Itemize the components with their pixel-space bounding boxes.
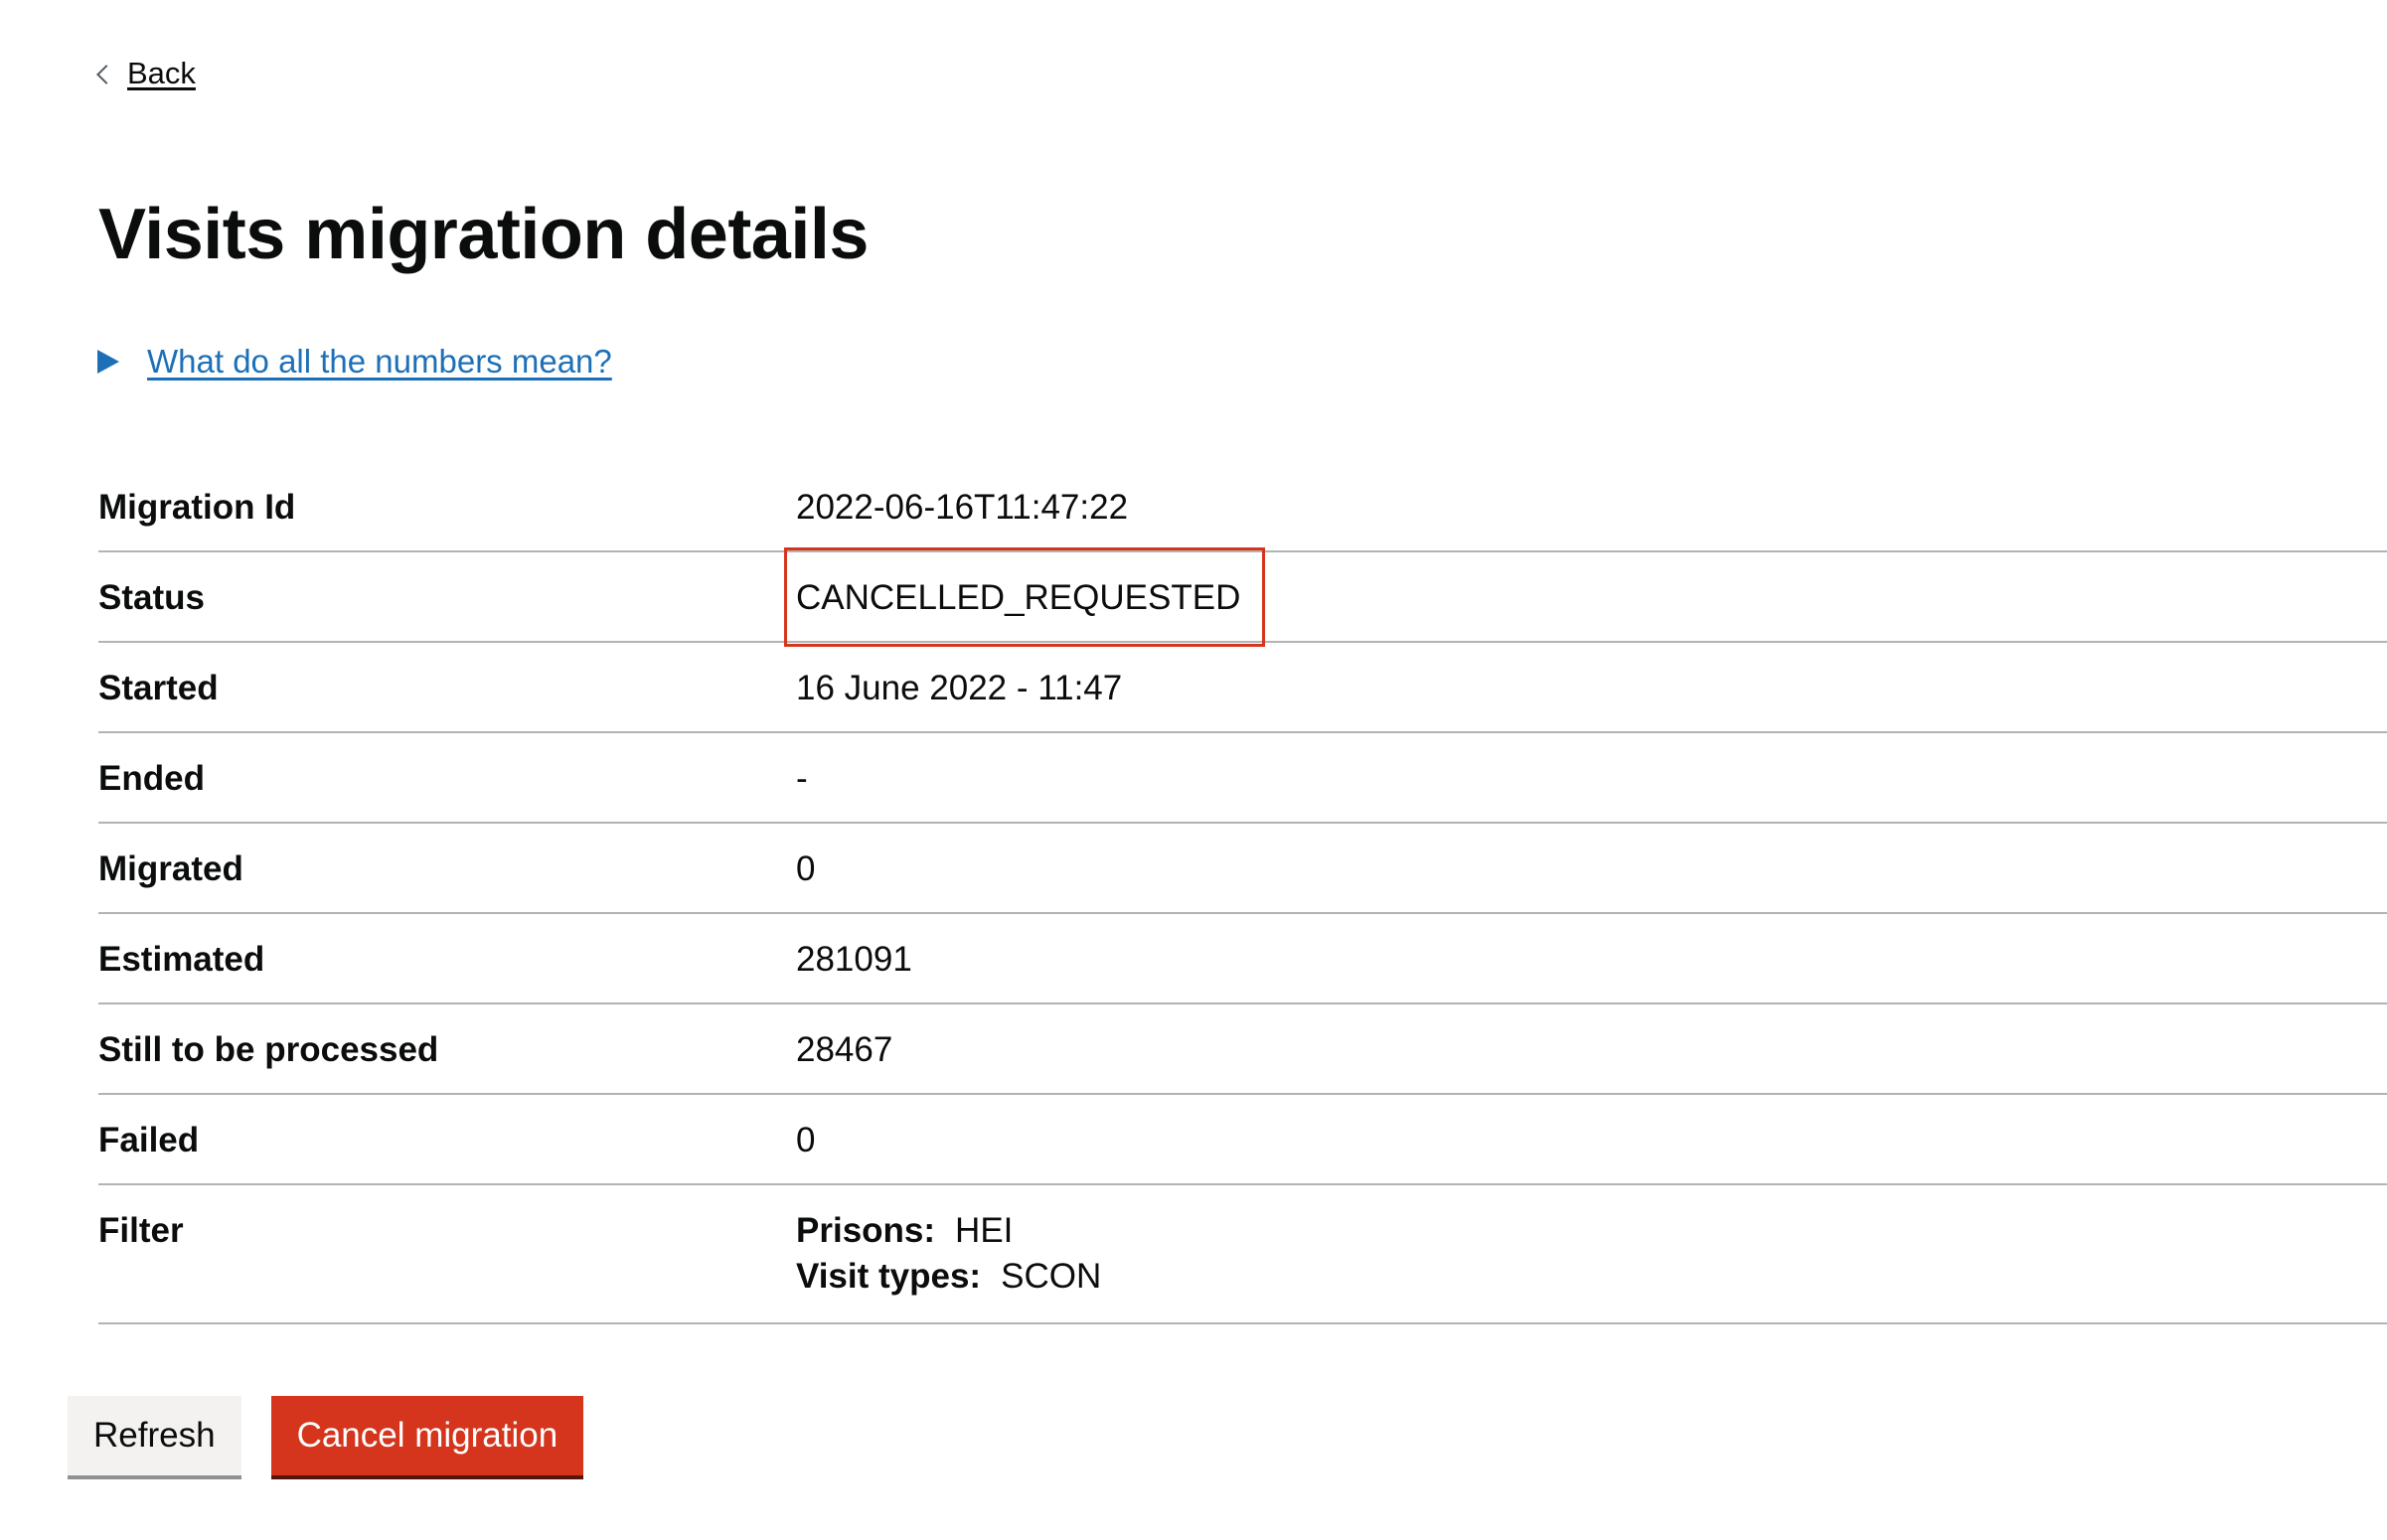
- filter-value: Prisons: HEI Visit types: SCON: [796, 1185, 2387, 1324]
- summary-row-ended: Ended -: [98, 733, 2387, 824]
- page-title: Visits migration details: [98, 195, 869, 274]
- refresh-button[interactable]: Refresh: [68, 1396, 241, 1475]
- summary-row-migration-id: Migration Id 2022-06-16T11:47:22: [98, 462, 2387, 552]
- migration-summary-list: Migration Id 2022-06-16T11:47:22 Status …: [98, 462, 2387, 1324]
- summary-row-failed: Failed 0: [98, 1095, 2387, 1185]
- filter-visit-types-value: SCON: [1001, 1257, 1102, 1296]
- summary-value: 16 June 2022 - 11:47: [796, 669, 1123, 707]
- summary-key: Filter: [98, 1185, 796, 1324]
- summary-key: Migration Id: [98, 488, 296, 527]
- summary-key: Estimated: [98, 940, 265, 979]
- summary-key: Ended: [98, 759, 205, 798]
- filter-prisons-label: Prisons:: [796, 1211, 936, 1250]
- summary-row-started: Started 16 June 2022 - 11:47: [98, 643, 2387, 733]
- triangle-right-icon: [97, 350, 119, 374]
- button-group: Refresh Cancel migration: [68, 1396, 584, 1475]
- summary-value: 2022-06-16T11:47:22: [796, 488, 1129, 527]
- summary-row-estimated: Estimated 281091: [98, 914, 2387, 1004]
- summary-key: Failed: [98, 1121, 200, 1159]
- page: Back Visits migration details What do al…: [0, 0, 2387, 1540]
- summary-value: 281091: [796, 940, 912, 979]
- summary-value: 0: [796, 1121, 816, 1159]
- summary-value: 28467: [796, 1030, 893, 1069]
- summary-row-status: Status CANCELLED_REQUESTED: [98, 547, 2387, 647]
- summary-value: 0: [796, 849, 816, 888]
- summary-key: Still to be processed: [98, 1030, 439, 1069]
- filter-visit-types-label: Visit types:: [796, 1257, 982, 1296]
- status-value: CANCELLED_REQUESTED: [796, 578, 1241, 617]
- help-details-toggle[interactable]: What do all the numbers mean?: [97, 343, 612, 381]
- help-details-summary[interactable]: What do all the numbers mean?: [147, 343, 612, 381]
- summary-value: -: [796, 759, 808, 798]
- summary-row-filter: Filter Prisons: HEI Visit types: SCON: [98, 1185, 2387, 1324]
- back-link[interactable]: Back: [96, 56, 196, 91]
- summary-key: Started: [98, 669, 219, 707]
- back-link-label: Back: [127, 56, 196, 90]
- summary-value-status: CANCELLED_REQUESTED: [784, 547, 2387, 647]
- chevron-left-icon: [96, 65, 116, 84]
- summary-row-still-to-be-processed: Still to be processed 28467: [98, 1004, 2387, 1095]
- cancel-migration-button[interactable]: Cancel migration: [270, 1396, 584, 1475]
- summary-key: Status: [98, 578, 205, 617]
- filter-visit-types: Visit types: SCON: [796, 1257, 2387, 1297]
- summary-row-migrated: Migrated 0: [98, 824, 2387, 914]
- filter-prisons: Prisons: HEI: [796, 1211, 2387, 1251]
- summary-key: Migrated: [98, 849, 243, 888]
- filter-prisons-value: HEI: [955, 1211, 1014, 1250]
